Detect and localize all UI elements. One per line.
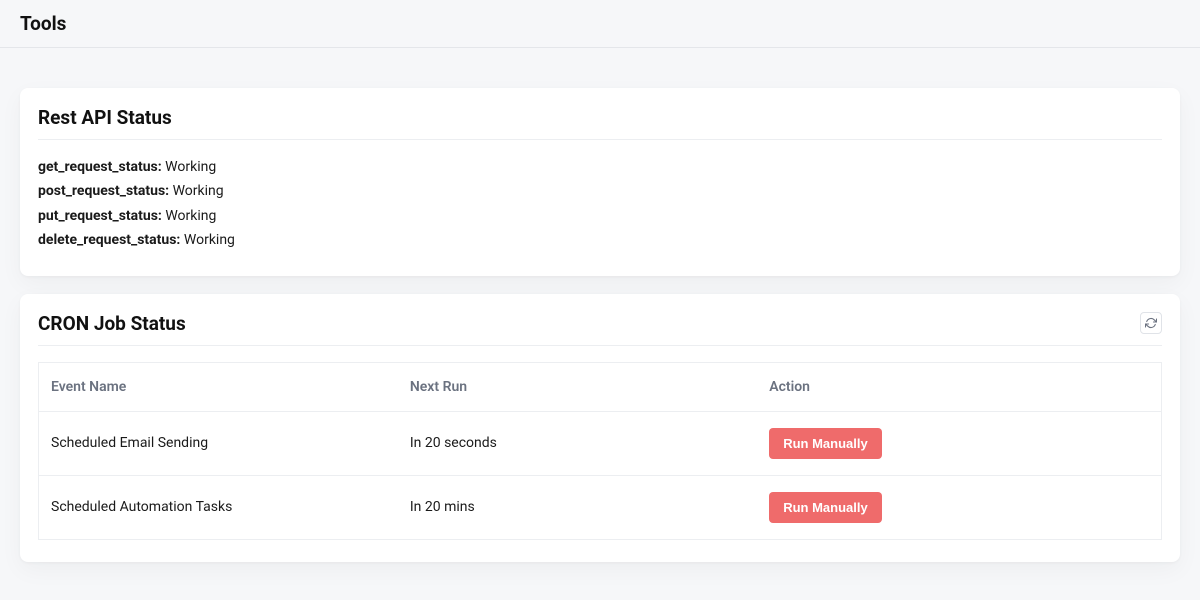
cell-event-name: Scheduled Automation Tasks [39,475,398,539]
status-key: delete_request_status: [38,232,180,248]
cron-title: CRON Job Status [38,312,186,335]
refresh-icon [1145,317,1157,329]
rest-api-panel-header: Rest API Status [38,106,1162,140]
rest-api-panel: Rest API Status get_request_status: Work… [20,88,1180,276]
column-action: Action [757,362,1161,411]
cron-panel: CRON Job Status Event Name Next Run Acti… [20,294,1180,562]
cron-panel-header: CRON Job Status [38,312,1162,346]
status-item: delete_request_status: Working [38,229,1162,251]
refresh-button[interactable] [1140,312,1162,334]
rest-api-status-list: get_request_status: Working post_request… [38,156,1162,252]
status-value: Working [165,208,216,224]
cell-event-name: Scheduled Email Sending [39,411,398,475]
table-header-row: Event Name Next Run Action [39,362,1162,411]
rest-api-title: Rest API Status [38,106,172,129]
status-value: Working [173,183,224,199]
table-row: Scheduled Email Sending In 20 seconds Ru… [39,411,1162,475]
column-event-name: Event Name [39,362,398,411]
cron-table: Event Name Next Run Action Scheduled Ema… [38,362,1162,540]
cell-next-run: In 20 mins [398,475,757,539]
status-key: put_request_status: [38,208,162,224]
cell-action: Run Manually [757,411,1161,475]
cell-action: Run Manually [757,475,1161,539]
status-item: put_request_status: Working [38,205,1162,227]
status-value: Working [165,159,216,175]
status-key: post_request_status: [38,183,169,199]
table-row: Scheduled Automation Tasks In 20 mins Ru… [39,475,1162,539]
page-header: Tools [0,0,1200,48]
page-title: Tools [20,12,1180,35]
status-value: Working [184,232,235,248]
cell-next-run: In 20 seconds [398,411,757,475]
run-manually-button[interactable]: Run Manually [769,428,882,459]
status-item: post_request_status: Working [38,180,1162,202]
page-content: Rest API Status get_request_status: Work… [0,48,1200,600]
status-key: get_request_status: [38,159,162,175]
column-next-run: Next Run [398,362,757,411]
run-manually-button[interactable]: Run Manually [769,492,882,523]
status-item: get_request_status: Working [38,156,1162,178]
